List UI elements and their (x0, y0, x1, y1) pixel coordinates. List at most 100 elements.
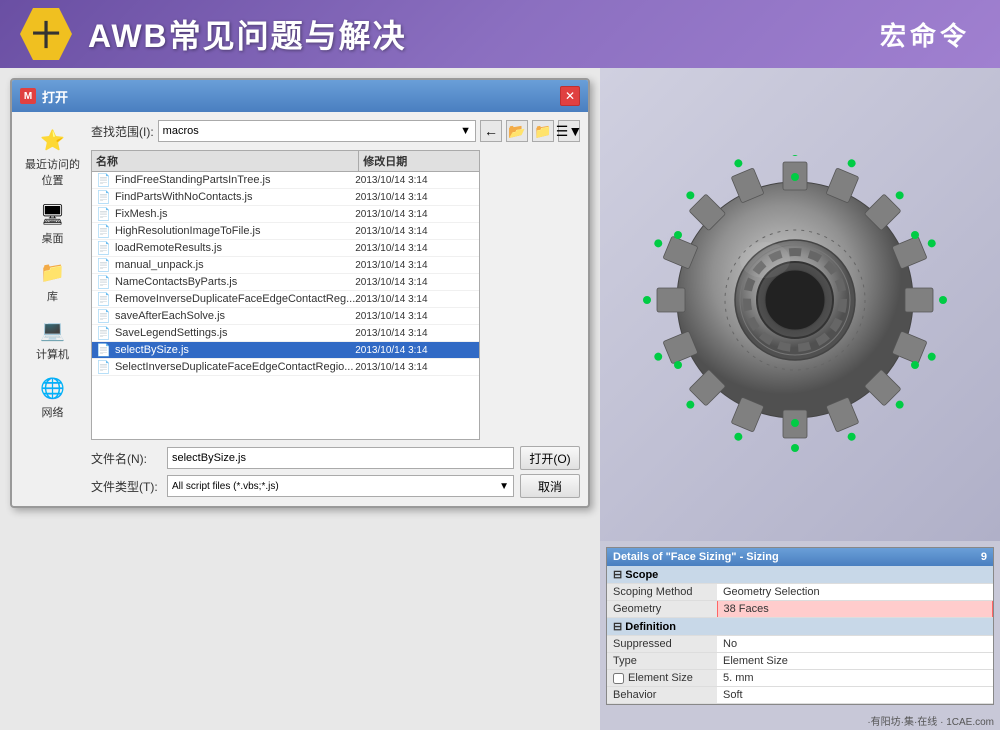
dialog-title: M 打开 (20, 87, 68, 106)
filetype-dropdown[interactable]: All script files (*.vbs;*.js) ▼ (167, 475, 514, 497)
file-name: SaveLegendSettings.js (115, 327, 355, 339)
sidebar-library[interactable]: 📁 库 (23, 256, 83, 306)
geometry-value[interactable]: 38 Faces (717, 601, 993, 618)
dialog-toolbar: 查找范围(I): macros ▼ ← 📂 📁 ☰▼ (91, 120, 580, 142)
filename-row: 文件名(N): 打开(O) (91, 446, 580, 470)
up-button[interactable]: 📂 (506, 120, 528, 142)
file-date: 2013/10/14 3:14 (355, 345, 475, 356)
file-date: 2013/10/14 3:14 (355, 226, 475, 237)
element-size-row: Element Size 5. mm (607, 670, 993, 687)
col-date-header: 修改日期 (359, 151, 479, 171)
file-row[interactable]: 📄 RemoveInverseDuplicateFaceEdgeContactR… (92, 291, 479, 308)
details-titlebar: Details of "Face Sizing" - Sizing 9 (607, 548, 993, 566)
header: 十 AWB常见问题与解决 宏命令 (0, 0, 1000, 68)
file-list-wrapper: 名称 修改日期 📄 FindFreeStandingPartsInTree.js… (91, 150, 580, 440)
dialog-bottom: 文件名(N): 打开(O) 文件类型(T): All script files … (91, 446, 580, 498)
sidebar-desktop[interactable]: 🖥 桌面 (23, 198, 83, 248)
type-row: Type Element Size (607, 653, 993, 670)
file-row[interactable]: 📄 selectBySize.js 2013/10/14 3:14 (92, 342, 479, 359)
filetype-row: 文件类型(T): All script files (*.vbs;*.js) ▼… (91, 474, 580, 498)
file-row[interactable]: 📄 saveAfterEachSolve.js 2013/10/14 3:14 (92, 308, 479, 325)
file-icon: 📄 (96, 292, 111, 306)
file-icon: 📄 (96, 207, 111, 221)
file-name: manual_unpack.js (115, 259, 355, 271)
col-name-header: 名称 (92, 151, 359, 171)
file-icon: 📄 (96, 309, 111, 323)
filename-input[interactable] (167, 447, 514, 469)
header-subtitle: 宏命令 (880, 16, 970, 53)
file-list-header: 名称 修改日期 (92, 151, 479, 172)
file-date: 2013/10/14 3:14 (355, 362, 475, 373)
file-list-body[interactable]: 📄 FindFreeStandingPartsInTree.js 2013/10… (92, 172, 479, 437)
right-panel: Details of "Face Sizing" - Sizing 9 ⊟ Sc… (600, 68, 1000, 730)
file-name: selectBySize.js (115, 344, 355, 356)
file-date: 2013/10/14 3:14 (355, 175, 475, 186)
computer-label: 计算机 (36, 346, 69, 362)
file-row[interactable]: 📄 manual_unpack.js 2013/10/14 3:14 (92, 257, 479, 274)
sidebar-recent[interactable]: ⭐ 最近访问的位置 (23, 124, 83, 190)
desktop-icon: 🖥 (35, 200, 71, 228)
definition-label: ⊟ Definition (607, 618, 993, 636)
definition-section-header: ⊟ Definition (607, 618, 993, 636)
element-size-checkbox[interactable] (613, 673, 624, 684)
cancel-button[interactable]: 取消 (520, 474, 580, 498)
folder-name: macros (163, 125, 199, 137)
file-row[interactable]: 📄 HighResolutionImageToFile.js 2013/10/1… (92, 223, 479, 240)
network-label: 网络 (42, 404, 64, 420)
file-date: 2013/10/14 3:14 (355, 192, 475, 203)
file-name: FindPartsWithNoContacts.js (115, 191, 355, 203)
file-row[interactable]: 📄 SaveLegendSettings.js 2013/10/14 3:14 (92, 325, 479, 342)
file-date: 2013/10/14 3:14 (355, 277, 475, 288)
folder-dropdown[interactable]: macros ▼ (158, 120, 476, 142)
file-row[interactable]: 📄 FixMesh.js 2013/10/14 3:14 (92, 206, 479, 223)
recent-icon: ⭐ (35, 126, 71, 154)
dialog-close-button[interactable]: ✕ (560, 86, 580, 106)
dialog-title-text: 打开 (42, 87, 68, 106)
file-row[interactable]: 📄 SelectInverseDuplicateFaceEdgeContactR… (92, 359, 479, 376)
file-name: HighResolutionImageToFile.js (115, 225, 355, 237)
behavior-value: Soft (717, 687, 993, 704)
file-icon: 📄 (96, 258, 111, 272)
file-date: 2013/10/14 3:14 (355, 294, 475, 305)
back-button[interactable]: ← (480, 120, 502, 142)
suppressed-label: Suppressed (607, 636, 717, 653)
view-button[interactable]: ☰▼ (558, 120, 580, 142)
file-name: NameContactsByParts.js (115, 276, 355, 288)
scoping-method-row: Scoping Method Geometry Selection (607, 584, 993, 601)
file-name: RemoveInverseDuplicateFaceEdgeContactReg… (115, 293, 355, 305)
element-size-value: 5. mm (717, 670, 993, 687)
file-date: 2013/10/14 3:14 (355, 328, 475, 339)
sidebar-computer[interactable]: 💻 计算机 (23, 314, 83, 364)
sidebar-network[interactable]: 🌐 网络 (23, 372, 83, 422)
file-icon: 📄 (96, 326, 111, 340)
recent-label: 最近访问的位置 (25, 156, 81, 188)
dialog-m-icon: M (20, 88, 36, 104)
filetype-arrow: ▼ (499, 481, 509, 492)
file-row[interactable]: 📄 loadRemoteResults.js 2013/10/14 3:14 (92, 240, 479, 257)
dropdown-arrow: ▼ (460, 125, 471, 137)
suppressed-value: No (717, 636, 993, 653)
file-date: 2013/10/14 3:14 (355, 243, 475, 254)
file-row[interactable]: 📄 FindFreeStandingPartsInTree.js 2013/10… (92, 172, 479, 189)
filename-label: 文件名(N): (91, 450, 161, 467)
behavior-label: Behavior (607, 687, 717, 704)
file-name: FindFreeStandingPartsInTree.js (115, 174, 355, 186)
scope-label: ⊟ Scope (607, 566, 993, 584)
scope-section-header: ⊟ Scope (607, 566, 993, 584)
file-row[interactable]: 📄 NameContactsByParts.js 2013/10/14 3:14 (92, 274, 479, 291)
file-name: saveAfterEachSolve.js (115, 310, 355, 322)
file-date: 2013/10/14 3:14 (355, 260, 475, 271)
file-icon: 📄 (96, 224, 111, 238)
dialog-titlebar: M 打开 ✕ (12, 80, 588, 112)
filetype-label: 文件类型(T): (91, 478, 161, 495)
new-folder-button[interactable]: 📁 (532, 120, 554, 142)
file-row[interactable]: 📄 FindPartsWithNoContacts.js 2013/10/14 … (92, 189, 479, 206)
library-label: 库 (47, 288, 58, 304)
filetype-value: All script files (*.vbs;*.js) (172, 481, 279, 492)
header-hex-symbol: 十 (20, 8, 72, 60)
file-name: SelectInverseDuplicateFaceEdgeContactReg… (115, 361, 355, 373)
open-button[interactable]: 打开(O) (520, 446, 580, 470)
file-icon: 📄 (96, 360, 111, 374)
details-title: Details of "Face Sizing" - Sizing (613, 551, 779, 563)
file-date: 2013/10/14 3:14 (355, 311, 475, 322)
